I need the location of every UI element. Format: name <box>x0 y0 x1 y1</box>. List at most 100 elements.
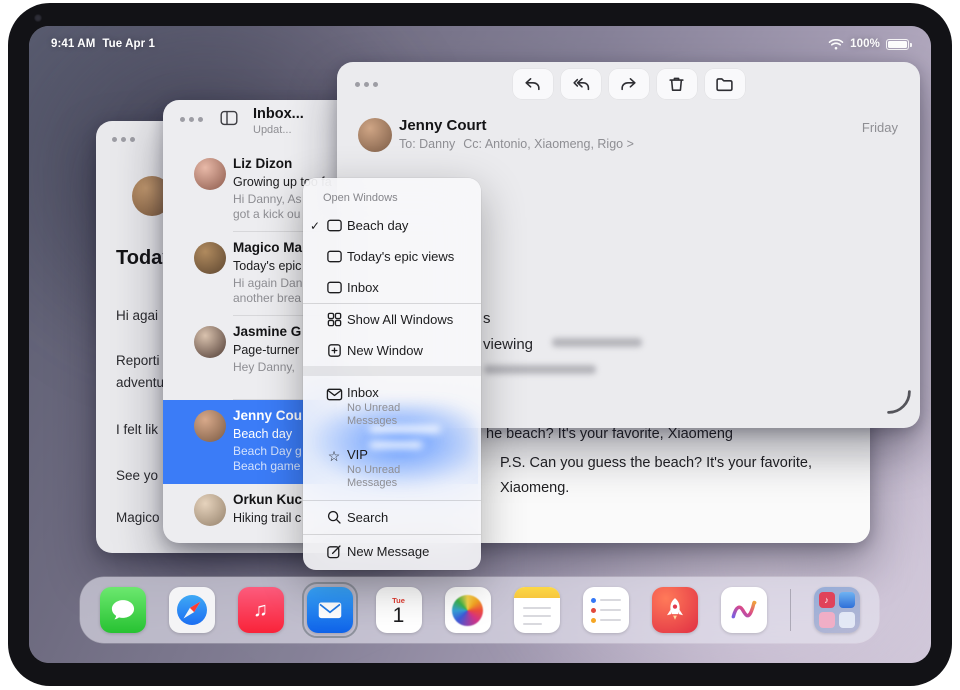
screen: 9:41 AMTue Apr 1 100% Today Hi agai Repo… <box>29 26 931 663</box>
notes-line <box>523 615 551 617</box>
app-library-grid: ♪ <box>819 592 855 628</box>
window-controls-icon[interactable] <box>112 137 135 142</box>
menu-item-inbox-window[interactable]: Inbox <box>303 272 481 303</box>
forward-button[interactable] <box>609 69 649 99</box>
reply-button[interactable] <box>513 69 553 99</box>
status-bar: 9:41 AMTue Apr 1 100% <box>29 35 931 53</box>
preview: Beach game <box>233 459 300 473</box>
mail-app-icon[interactable] <box>307 587 353 633</box>
subject: Beach day <box>233 427 292 441</box>
sender-name: Orkun Kuc <box>233 492 302 507</box>
rocket-app-icon[interactable] <box>652 587 698 633</box>
music-note-icon: ♫ <box>253 599 268 622</box>
messages-app-icon[interactable] <box>100 587 146 633</box>
avatar <box>194 494 226 526</box>
sidebar-toggle-icon[interactable] <box>220 110 238 131</box>
menu-item-new-window[interactable]: New Window <box>303 335 481 366</box>
preview: Beach Day g <box>233 444 302 458</box>
preview: got a kick ou <box>233 207 300 221</box>
window-controls-icon[interactable] <box>355 82 378 87</box>
menu-item-show-all-windows[interactable]: Show All Windows <box>303 304 481 335</box>
compass-icon <box>174 592 210 628</box>
window-resize-handle[interactable] <box>886 389 912 420</box>
menu-item-inbox-mailbox[interactable]: Inbox No Unread Messages <box>303 376 481 438</box>
front-camera <box>34 14 42 22</box>
message-body-line: Xiaomeng. <box>500 480 569 496</box>
envelope-icon <box>321 386 347 403</box>
star-icon: ☆ <box>321 448 347 465</box>
recipients-line[interactable]: To: DannyCc: Antonio, Xiaomeng, Rigo > <box>399 137 642 151</box>
menu-item-todays-epic-views[interactable]: Today's epic views <box>303 241 481 272</box>
message-body-line: he beach? It's your favorite, Xiaomeng <box>486 426 733 442</box>
dock-divider <box>790 589 791 631</box>
bullet-icon <box>591 598 596 603</box>
battery-icon <box>886 39 909 50</box>
window-controls-icon[interactable] <box>180 117 203 122</box>
subject: Page-turner <box>233 343 299 357</box>
subject: Today's epic <box>233 259 301 273</box>
mailbox-subtitle: Updat... <box>253 124 292 136</box>
avatar <box>194 242 226 274</box>
bullet-icon <box>591 618 596 623</box>
avatar <box>194 158 226 190</box>
calendar-day: 1 <box>393 605 405 627</box>
move-to-folder-button[interactable] <box>705 69 745 99</box>
reply-all-button[interactable] <box>561 69 601 99</box>
message-text: See yo <box>116 468 158 483</box>
sender-name: Jasmine G <box>233 324 301 339</box>
grid-icon <box>321 311 347 328</box>
calendar-app-icon[interactable]: Tue 1 <box>376 587 422 633</box>
reminders-app-icon[interactable] <box>583 587 629 633</box>
ipad-frame: 9:41 AMTue Apr 1 100% Today Hi agai Repo… <box>8 3 952 686</box>
message-text: I felt lik <box>116 422 158 437</box>
blurred-text <box>484 365 596 374</box>
trash-button[interactable] <box>657 69 697 99</box>
checkmark-icon: ✓ <box>303 219 321 233</box>
flower-icon <box>452 595 483 626</box>
status-time: 9:41 AM <box>51 38 95 50</box>
preview: another brea <box>233 291 301 305</box>
envelope-icon <box>315 595 345 625</box>
menu-item-search[interactable]: Search <box>303 501 481 534</box>
search-icon <box>321 509 347 526</box>
notes-app-icon[interactable] <box>514 587 560 633</box>
avatar <box>194 326 226 358</box>
message-text: Reporti <box>116 353 160 368</box>
body-fragment: s <box>483 310 491 327</box>
menu-group-separator <box>303 366 481 376</box>
window-icon <box>321 217 347 234</box>
mailbox-title: Inbox... <box>253 106 304 122</box>
menu-header: Open Windows <box>303 186 481 210</box>
unread-status: No Unread Messages <box>347 402 439 428</box>
freeform-app-icon[interactable] <box>721 587 767 633</box>
rocket-icon <box>660 595 690 625</box>
avatar <box>194 410 226 442</box>
preview: Hey Danny, <box>233 360 295 374</box>
sender-name: Magico Ma <box>233 240 302 255</box>
notes-line <box>523 623 542 625</box>
message-text: Hi agai <box>116 308 158 323</box>
notes-header-stripe <box>514 587 560 598</box>
music-app-icon[interactable]: ♫ <box>238 587 284 633</box>
new-window-icon <box>321 342 347 359</box>
menu-item-beach-day[interactable]: ✓ Beach day <box>303 210 481 241</box>
window-icon <box>321 248 347 265</box>
message-date: Friday <box>862 120 898 135</box>
menu-item-vip[interactable]: ☆ VIP No Unread Messages <box>303 438 481 500</box>
dock: ♫ Tue 1 <box>80 577 879 643</box>
photos-app-icon[interactable] <box>445 587 491 633</box>
mini-app-tile <box>839 592 855 608</box>
mail-app-focus-ring <box>302 582 358 638</box>
sender-name: Jenny Cou <box>233 408 302 423</box>
app-library-icon[interactable]: ♪ <box>814 587 860 633</box>
compose-icon <box>321 543 347 560</box>
safari-app-icon[interactable] <box>169 587 215 633</box>
status-date: Tue Apr 1 <box>102 38 155 50</box>
chat-bubble-icon <box>109 596 137 624</box>
window-icon <box>321 279 347 296</box>
message-text: adventu <box>116 375 164 390</box>
message-body-line: P.S. Can you guess the beach? It's your … <box>500 455 812 471</box>
subject: Hiking trail c <box>233 511 301 525</box>
menu-item-new-message[interactable]: New Message <box>303 535 481 568</box>
unread-status: No Unread Messages <box>347 464 439 490</box>
